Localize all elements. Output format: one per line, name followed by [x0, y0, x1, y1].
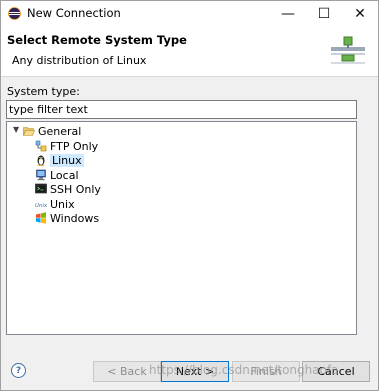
linux-penguin-icon [37, 155, 45, 166]
system-type-tree[interactable]: ▼ General FTP Only Linux Local SSH Only … [6, 121, 357, 335]
window-title: New Connection [27, 6, 121, 20]
watermark-text: https://blog.csdn.net/tonghaofa [149, 363, 339, 377]
ftp-icon [35, 140, 47, 152]
svg-text:Unix: Unix [35, 203, 47, 209]
maximize-button[interactable]: ☐ [306, 1, 342, 26]
ssh-icon [35, 183, 47, 194]
tree-item-windows[interactable]: Windows [35, 211, 99, 225]
tree-item-label: General [38, 124, 82, 138]
help-button[interactable]: ? [11, 363, 26, 378]
tree-item-ssh-only[interactable]: SSH Only [35, 182, 101, 196]
tree-item-label: Unix [50, 197, 75, 211]
wizard-header: Select Remote System Type Any distributi… [1, 26, 378, 77]
windows-icon [36, 212, 46, 224]
system-type-filter-input[interactable] [6, 100, 357, 119]
system-type-label: System type: [7, 85, 80, 98]
unix-icon: Unix [35, 203, 47, 209]
eclipse-app-icon [8, 7, 21, 20]
wizard-body: System type: ▼ General FTP Only [1, 77, 378, 390]
wizard-connection-icon [331, 36, 365, 64]
wizard-page-description: Any distribution of Linux [12, 54, 147, 67]
close-button[interactable]: ✕ [342, 1, 378, 26]
tree-item-label: Local [50, 168, 79, 182]
tree-item-label: FTP Only [50, 139, 99, 153]
title-bar[interactable]: New Connection — ☐ ✕ [1, 1, 378, 26]
tree-item-general[interactable]: General [23, 124, 81, 138]
tree-item-ftp-only[interactable]: FTP Only [35, 139, 98, 153]
tree-item-linux[interactable]: Linux [35, 153, 84, 167]
minimize-button[interactable]: — [270, 1, 306, 26]
tree-item-label: Linux [50, 153, 84, 167]
tree-item-label: SSH Only [50, 182, 101, 196]
tree-item-unix[interactable]: Unix Unix [35, 197, 75, 211]
local-computer-icon [36, 169, 46, 181]
new-connection-dialog: New Connection — ☐ ✕ Select Remote Syste… [0, 0, 379, 391]
expand-chevron-icon[interactable]: ▼ [13, 125, 19, 134]
tree-item-local[interactable]: Local [35, 168, 79, 182]
wizard-page-title: Select Remote System Type [7, 33, 187, 47]
tree-item-label: Windows [50, 211, 100, 225]
folder-open-icon [23, 127, 35, 136]
